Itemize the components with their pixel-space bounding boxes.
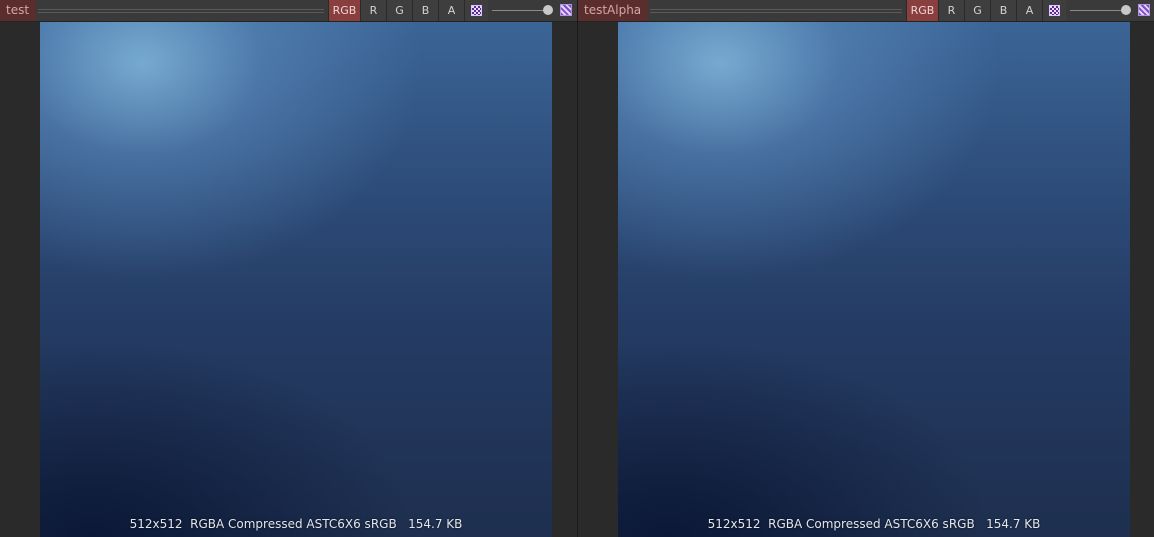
channel-button-b[interactable]: B — [412, 0, 438, 21]
channel-button-g[interactable]: G — [964, 0, 990, 21]
texture-info-label: 512x512 RGBA Compressed ASTC6X6 sRGB 154… — [707, 517, 1041, 531]
preview-toolbar: test RGB R G B A — [0, 0, 577, 22]
checkerboard-icon — [1049, 5, 1060, 16]
channel-button-a[interactable]: A — [438, 0, 464, 21]
checkerboard-toggle-button[interactable] — [464, 0, 488, 21]
channel-button-r[interactable]: R — [360, 0, 386, 21]
mip-slider-track[interactable] — [1070, 10, 1128, 11]
texture-viewport[interactable]: 512x512 RGBA Compressed ASTC6X6 sRGB 154… — [618, 22, 1130, 537]
panel-title: testAlpha — [584, 3, 642, 17]
preview-panel-left: test RGB R G B A 512x512 RGBA Compressed… — [0, 0, 577, 537]
channel-button-a[interactable]: A — [1016, 0, 1042, 21]
texture-preview-image — [618, 22, 1130, 537]
channel-button-g[interactable]: G — [386, 0, 412, 21]
texture-viewport[interactable]: 512x512 RGBA Compressed ASTC6X6 sRGB 154… — [40, 22, 552, 537]
checkerboard-icon — [471, 5, 482, 16]
panel-title: test — [6, 3, 30, 17]
mip-slider-handle[interactable] — [1121, 5, 1131, 15]
transparency-hatch-icon[interactable] — [1138, 4, 1150, 16]
panel-title-tab[interactable]: testAlpha — [578, 0, 648, 21]
channel-button-b[interactable]: B — [990, 0, 1016, 21]
texture-preview-image — [40, 22, 552, 537]
mip-slider-track[interactable] — [492, 10, 550, 11]
preview-toolbar: testAlpha RGB R G B A — [578, 0, 1154, 22]
toolbar-drag-grip[interactable] — [38, 9, 324, 13]
panel-title-tab[interactable]: test — [0, 0, 36, 21]
channel-button-rgb[interactable]: RGB — [328, 0, 360, 21]
transparency-hatch-icon[interactable] — [560, 4, 572, 16]
channel-button-rgb[interactable]: RGB — [906, 0, 938, 21]
checkerboard-toggle-button[interactable] — [1042, 0, 1066, 21]
preview-panel-right: testAlpha RGB R G B A 512x512 RGBA Compr… — [578, 0, 1154, 537]
mip-slider-handle[interactable] — [543, 5, 553, 15]
channel-button-r[interactable]: R — [938, 0, 964, 21]
texture-info-label: 512x512 RGBA Compressed ASTC6X6 sRGB 154… — [129, 517, 463, 531]
texture-compare-window: test RGB R G B A 512x512 RGBA Compressed… — [0, 0, 1154, 537]
toolbar-drag-grip[interactable] — [650, 9, 902, 13]
